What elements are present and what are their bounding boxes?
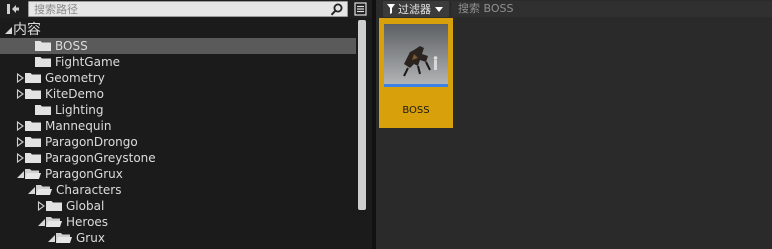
tree-item-heroes[interactable]: Heroes (0, 214, 356, 230)
tree-item-label: Geometry (45, 71, 105, 85)
folder-icon (46, 200, 62, 212)
expanded-arrow-icon[interactable] (4, 25, 13, 35)
folder-open-icon (56, 232, 72, 244)
tree-item-label: ParagonGrux (45, 167, 123, 181)
folder-icon (25, 72, 41, 84)
tree-item-global[interactable]: Global (0, 198, 356, 214)
asset-type-color-bar (384, 84, 448, 87)
folder-open-icon (25, 168, 41, 180)
folder-open-icon (46, 216, 62, 228)
search-icon[interactable] (330, 3, 344, 16)
folder-tree: 内容 BOSS FightGame Geometry KiteDemo Lighting M… (0, 22, 356, 249)
collapsed-arrow-icon[interactable] (16, 121, 25, 131)
folder-icon (35, 56, 51, 68)
collapsed-arrow-icon[interactable] (16, 73, 25, 83)
tree-item-characters[interactable]: Characters (0, 182, 356, 198)
tree-item-label: KiteDemo (45, 87, 104, 101)
tree-item-geometry[interactable]: Geometry (0, 70, 356, 86)
asset-label: BOSS (402, 105, 430, 116)
tree-item-mannequin[interactable]: Mannequin (0, 118, 356, 134)
asset-search-input[interactable]: 搜索 BOSS (452, 1, 772, 17)
asset-search-placeholder: 搜索 BOSS (458, 2, 514, 15)
folder-icon (25, 88, 41, 100)
folder-icon (25, 152, 41, 164)
expanded-arrow-icon[interactable] (37, 217, 46, 227)
tree-item-label: Characters (56, 183, 122, 197)
collapse-sources-button[interactable] (4, 1, 22, 17)
tree-item-grux[interactable]: Grux (0, 230, 356, 246)
tree-item-label: Heroes (66, 215, 109, 229)
tree-item-label: Grux (76, 231, 105, 245)
no-arrow (26, 57, 35, 67)
expanded-arrow-icon[interactable] (27, 185, 36, 195)
tree-item-kitedemo[interactable]: KiteDemo (0, 86, 356, 102)
path-search-placeholder: 搜索路径 (34, 3, 78, 16)
tree-item-boss[interactable]: BOSS (0, 38, 356, 54)
tree-item-[interactable]: 内容 (0, 22, 356, 38)
no-arrow (26, 105, 35, 115)
tree-item-label: Lighting (55, 103, 104, 117)
tree-item-paragongrux[interactable]: ParagonGrux (0, 166, 356, 182)
list-view-icon (353, 2, 367, 16)
folder-icon (25, 120, 41, 132)
sources-panel: 搜索路径 内容 BOSS FightGame Geometry KiteDemo Ligh… (0, 0, 372, 249)
filter-label: 过滤器 (398, 3, 431, 16)
asset-toolbar: 过滤器 搜索 BOSS (376, 0, 772, 18)
sources-toolbar: 搜索路径 (0, 0, 372, 18)
collapsed-arrow-icon[interactable] (37, 201, 46, 211)
tree-item-label: ParagonDrongo (45, 135, 138, 149)
asset-tile-boss[interactable]: BOSS (379, 18, 453, 128)
filter-button[interactable]: 过滤器 (383, 1, 449, 17)
folder-icon (35, 104, 51, 116)
asset-thumbnail (384, 24, 448, 86)
tree-scrollbar[interactable] (356, 20, 372, 249)
chevron-down-icon (435, 6, 443, 12)
tree-item-paragongreystone[interactable]: ParagonGreystone (0, 150, 356, 166)
asset-preview-image (384, 24, 448, 86)
filter-icon (387, 4, 395, 14)
view-options-button[interactable] (352, 1, 368, 17)
folder-open-icon (36, 184, 52, 196)
no-arrow (26, 41, 35, 51)
tree-item-label: Mannequin (45, 119, 112, 133)
expanded-arrow-icon[interactable] (47, 233, 56, 243)
tree-item-paragondrongo[interactable]: ParagonDrongo (0, 134, 356, 150)
folder-icon (35, 40, 51, 52)
scrollbar-thumb[interactable] (358, 20, 366, 210)
tree-item-label: ParagonGreystone (45, 151, 156, 165)
tree-item-fightgame[interactable]: FightGame (0, 54, 356, 70)
asset-view-panel: 过滤器 搜索 BOSS BOSS (376, 0, 772, 249)
collapsed-arrow-icon[interactable] (16, 137, 25, 147)
expanded-arrow-icon[interactable] (16, 169, 25, 179)
tree-item-label: BOSS (55, 39, 88, 53)
collapsed-arrow-icon[interactable] (16, 89, 25, 99)
tree-item-label: FightGame (55, 55, 121, 69)
tree-item-lighting[interactable]: Lighting (0, 102, 356, 118)
collapsed-arrow-icon[interactable] (16, 153, 25, 163)
tree-item-label: Global (66, 199, 105, 213)
collapse-panel-icon (7, 4, 19, 14)
folder-icon (25, 136, 41, 148)
tree-item-label: 内容 (13, 22, 41, 38)
path-search-input[interactable]: 搜索路径 (28, 1, 348, 17)
